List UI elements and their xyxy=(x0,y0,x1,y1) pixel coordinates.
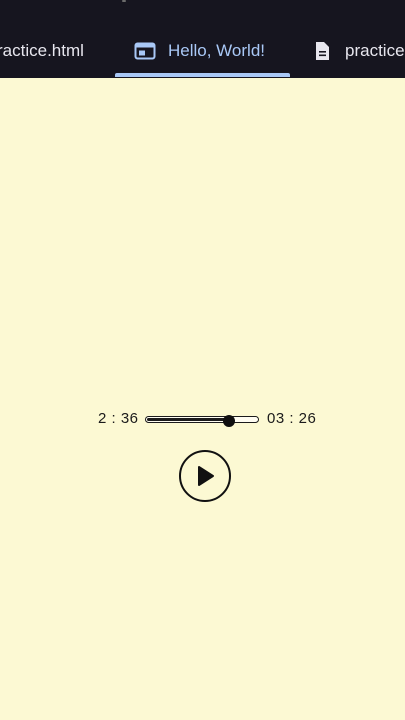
document-icon xyxy=(311,40,333,62)
tab-bar: ractice.html Hello, World! practice xyxy=(0,0,405,78)
active-tab-indicator xyxy=(115,73,290,77)
tab-hello-world[interactable]: Hello, World! xyxy=(134,28,265,74)
current-time: 2 : 36 xyxy=(98,410,139,427)
browser-window-icon xyxy=(134,40,156,62)
play-button[interactable] xyxy=(179,450,231,502)
tab-label: ractice.html xyxy=(0,41,84,60)
tab-practice-html[interactable]: ractice.html xyxy=(0,28,84,74)
play-icon xyxy=(194,464,216,488)
tab-practice[interactable]: practice xyxy=(311,28,405,74)
status-indicator xyxy=(122,0,126,2)
audio-player: 2 : 36 03 : 26 xyxy=(0,408,405,432)
slider-fill xyxy=(147,418,229,421)
total-time: 03 : 26 xyxy=(267,410,317,427)
slider-thumb[interactable] xyxy=(223,414,235,427)
progress-slider[interactable] xyxy=(145,414,259,427)
tab-label: Hello, World! xyxy=(168,41,265,60)
tab-label: practice xyxy=(345,41,405,60)
